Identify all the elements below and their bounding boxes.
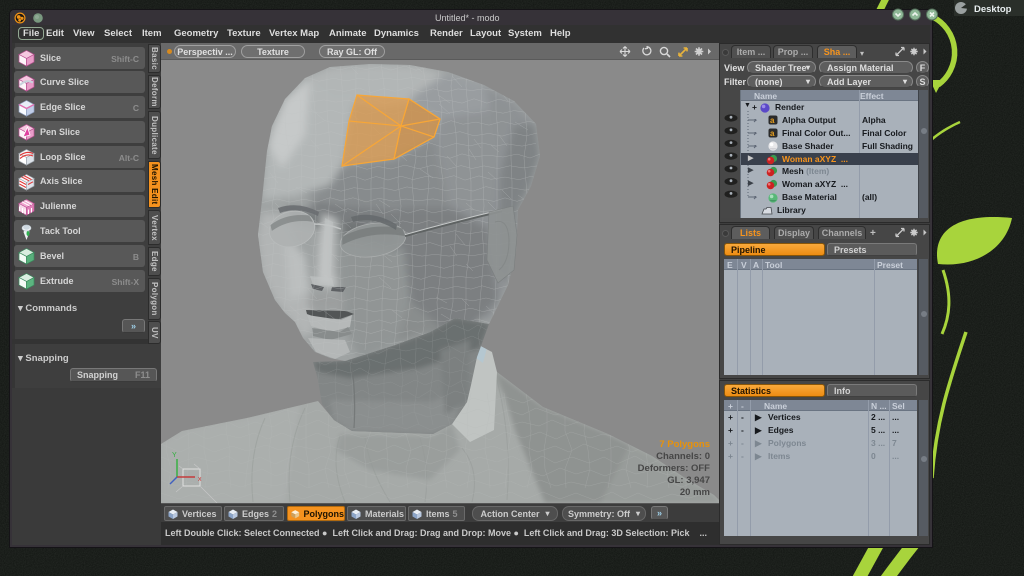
svg-text:Y: Y: [172, 452, 177, 459]
svg-text:GL: 3,947: GL: 3,947: [667, 475, 710, 486]
svg-text:Channels: 0: Channels: 0: [656, 451, 710, 462]
svg-text:Deformers: OFF: Deformers: OFF: [638, 463, 711, 474]
svg-text:20 mm: 20 mm: [680, 487, 710, 498]
svg-text:7 Polygons: 7 Polygons: [659, 439, 710, 450]
svg-text:a: a: [770, 116, 775, 125]
svg-text:x: x: [198, 476, 202, 483]
svg-text:Desktop: Desktop: [974, 4, 1012, 15]
svg-text:a: a: [770, 129, 775, 138]
